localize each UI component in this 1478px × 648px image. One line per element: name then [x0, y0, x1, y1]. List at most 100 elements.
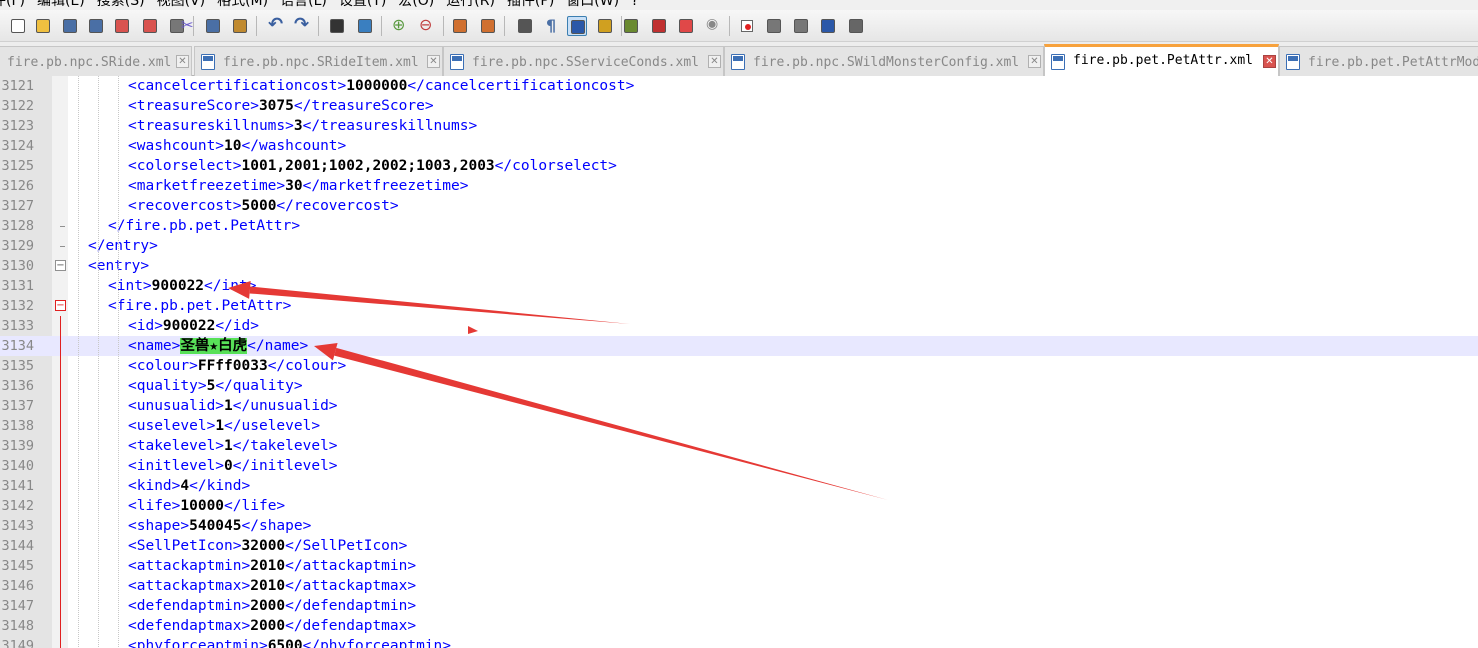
- save-macro-glyph: [849, 19, 863, 33]
- run-macro-multiple-icon[interactable]: [818, 16, 838, 36]
- monitor-glyph: ◉: [706, 16, 719, 32]
- toolbar-separator: [504, 16, 505, 36]
- cut-icon[interactable]: ✂: [178, 16, 198, 36]
- arrow-shaft: [334, 347, 888, 500]
- save-icon[interactable]: [60, 16, 80, 36]
- indent-guide-glyph: [571, 20, 585, 34]
- toolbar-separator: [318, 16, 319, 36]
- word-wrap-icon[interactable]: [515, 16, 535, 36]
- record-macro-icon[interactable]: [737, 16, 757, 36]
- replace-icon[interactable]: [355, 16, 375, 36]
- tab-label: fire.pb.pet.PetAttr.xml: [1073, 53, 1254, 68]
- close-tab-icon[interactable]: ✕: [708, 55, 721, 68]
- menu-item[interactable]: 运行(R): [446, 0, 495, 10]
- menu-item[interactable]: ?: [631, 0, 638, 10]
- replace-glyph: [358, 19, 372, 33]
- fold-end-marker: [60, 226, 65, 227]
- zoom-out-glyph: ⊖: [419, 15, 433, 34]
- user-lang-icon[interactable]: [595, 16, 615, 36]
- redo-icon[interactable]: ↷: [292, 14, 312, 36]
- user-lang-glyph: [598, 19, 612, 33]
- sync-h-glyph: [481, 19, 495, 33]
- fold-toggle-icon[interactable]: −: [55, 300, 66, 311]
- save-all-icon[interactable]: [86, 16, 106, 36]
- arrow-head: [314, 343, 338, 361]
- open-file-icon[interactable]: [33, 16, 53, 36]
- undo-icon[interactable]: ↶: [266, 14, 286, 36]
- fold-end-marker: [60, 246, 65, 247]
- sync-v-icon[interactable]: [450, 16, 470, 36]
- menu-item[interactable]: 宏(O): [398, 0, 434, 10]
- copy-icon[interactable]: [203, 16, 223, 36]
- menu-bar: 件(F) 编辑(E) 搜索(S) 视图(V) 格式(M) 语言(L) 设置(T) 宏(O) 运行…: [0, 0, 1478, 10]
- close-all-icon[interactable]: [140, 16, 160, 36]
- redo-glyph: ↷: [294, 14, 310, 35]
- zoom-in-glyph: ⊕: [392, 15, 406, 34]
- open-file-glyph: [36, 19, 50, 33]
- toolbar: ✂ ↶ ↷ ⊕ ⊖ ¶ ◉: [0, 10, 1478, 42]
- fold-toggle-icon[interactable]: −: [55, 260, 66, 271]
- tab-fire-pb-pet-petattrmod[interactable]: fire.pb.pet.PetAttrMod: [1279, 46, 1478, 76]
- menu-item[interactable]: 视图(V): [157, 0, 206, 10]
- arrow-head: [228, 280, 251, 299]
- tab-fire-pb-npc-sride-xml[interactable]: fire.pb.npc.SRide.xml ✕: [0, 46, 192, 76]
- close-tab-icon[interactable]: ✕: [1263, 55, 1276, 68]
- play-macro-icon[interactable]: [791, 16, 811, 36]
- copy-glyph: [206, 19, 220, 33]
- sync-v-glyph: [453, 19, 467, 33]
- doc-map-icon[interactable]: [621, 16, 641, 36]
- close-tab-icon[interactable]: ✕: [176, 55, 189, 68]
- zoom-in-icon[interactable]: ⊕: [390, 15, 410, 36]
- stop-record-icon[interactable]: [764, 16, 784, 36]
- run-macro-multiple-glyph: [821, 19, 835, 33]
- record-macro-glyph: [741, 20, 753, 32]
- close-tab-icon[interactable]: ✕: [1028, 55, 1041, 68]
- record-dot: [745, 24, 751, 30]
- file-icon: [1051, 54, 1065, 70]
- close-tab-icon[interactable]: ✕: [427, 55, 440, 68]
- editor[interactable]: 3121 <cancelcertificationcost>1000000</ca…: [0, 76, 1478, 648]
- indent-guide-line: [118, 76, 119, 648]
- tab-label: fire.pb.pet.PetAttrMod: [1308, 55, 1478, 70]
- zoom-out-icon[interactable]: ⊖: [417, 15, 437, 36]
- stop-record-glyph: [767, 19, 781, 33]
- menu-item[interactable]: 语言(L): [280, 0, 327, 10]
- fold-range-line: [60, 316, 61, 648]
- folder-workspace-glyph: [679, 19, 693, 33]
- save-macro-icon[interactable]: [846, 16, 866, 36]
- function-list-glyph: [652, 19, 666, 33]
- tab-label: fire.pb.npc.SRide.xml: [7, 55, 172, 70]
- menu-item[interactable]: 插件(P): [507, 0, 554, 10]
- tab-fire-pb-npc-srideitem-xml[interactable]: fire.pb.npc.SRideItem.xml ✕: [194, 46, 443, 76]
- tab-fire-pb-pet-petattr-xml[interactable]: fire.pb.pet.PetAttr.xml ✕: [1044, 44, 1279, 77]
- menu-item[interactable]: 编辑(E): [37, 0, 85, 10]
- cut-glyph: ✂: [181, 16, 194, 34]
- folder-workspace-icon[interactable]: [676, 16, 696, 36]
- menu-item[interactable]: 窗口(W): [566, 0, 619, 10]
- toolbar-separator: [443, 16, 444, 36]
- file-icon: [201, 54, 215, 70]
- show-all-chars-icon[interactable]: ¶: [541, 16, 561, 36]
- tab-fire-pb-npc-swildmonsterconfig-xml[interactable]: fire.pb.npc.SWildMonsterConfig.xml ✕: [724, 46, 1044, 76]
- monitor-icon[interactable]: ◉: [703, 16, 723, 36]
- find-icon[interactable]: [327, 16, 347, 36]
- sync-h-icon[interactable]: [478, 16, 498, 36]
- save-all-glyph: [89, 19, 103, 33]
- new-file-glyph: [11, 19, 25, 33]
- tab-fire-pb-npc-sserviceconds-xml[interactable]: fire.pb.npc.SServiceConds.xml ✕: [443, 46, 724, 76]
- menu-item[interactable]: 格式(M): [217, 0, 268, 10]
- tab-label: fire.pb.npc.SServiceConds.xml: [472, 55, 699, 70]
- new-file-icon[interactable]: [8, 16, 28, 36]
- function-list-icon[interactable]: [649, 16, 669, 36]
- indent-guide-icon[interactable]: [567, 16, 587, 36]
- menu-item[interactable]: 件(F): [0, 0, 25, 10]
- close-icon[interactable]: [112, 16, 132, 36]
- show-all-chars-glyph: ¶: [546, 16, 557, 35]
- menu-item[interactable]: 搜索(S): [97, 0, 145, 10]
- find-glyph: [330, 19, 344, 33]
- word-wrap-glyph: [518, 19, 532, 33]
- play-macro-glyph: [794, 19, 808, 33]
- paste-icon[interactable]: [230, 16, 250, 36]
- menu-item[interactable]: 设置(T): [339, 0, 386, 10]
- annotation-arrow: [314, 343, 888, 500]
